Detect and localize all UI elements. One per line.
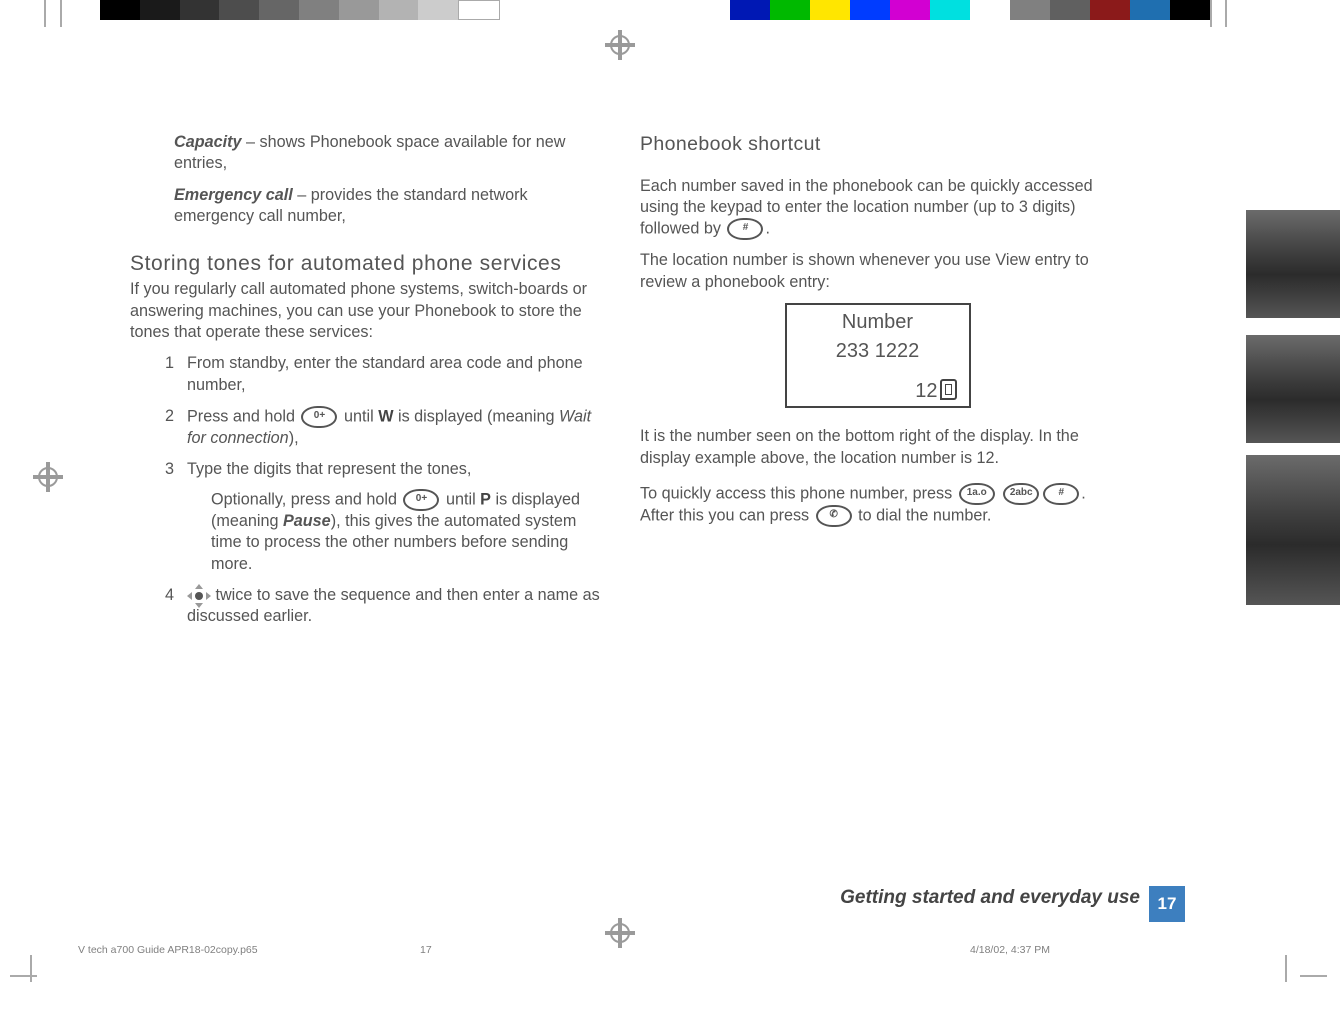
- register-mark-icon: [605, 918, 635, 948]
- display-location: 12: [793, 378, 963, 404]
- footer-filename: V tech a700 Guide APR18-02copy.p65: [78, 944, 258, 958]
- register-mark-icon: [33, 462, 63, 492]
- capacity-line: Capacity – shows Phonebook space availab…: [174, 132, 605, 175]
- display-number: 233 1222: [793, 338, 963, 364]
- term-capacity: Capacity: [174, 133, 241, 151]
- decorative-photo-strip: [1246, 335, 1340, 443]
- pause-symbol: P: [480, 490, 491, 508]
- steps-list: 1 From standby, enter the standard area …: [130, 353, 605, 627]
- step-1: From standby, enter the standard area co…: [187, 353, 605, 396]
- crop-mark: [10, 975, 37, 977]
- key-2-icon: 2abc: [1003, 483, 1039, 505]
- crop-mark: [1225, 0, 1227, 27]
- step-4: twice to save the sequence and then ente…: [187, 585, 605, 628]
- heading-shortcut: Phonebook shortcut: [640, 132, 1115, 158]
- shortcut-p4: To quickly access this phone number, pre…: [640, 483, 1115, 527]
- step-3: Type the digits that represent the tones…: [187, 459, 605, 575]
- footer-timestamp: 4/18/02, 4:37 PM: [970, 944, 1050, 958]
- heading-storing-tones: Storing tones for automated phone servic…: [130, 250, 605, 278]
- page-number-box: 17: [1149, 886, 1185, 922]
- key-call-icon: ✆: [816, 505, 852, 527]
- footer-print-page: 17: [420, 944, 432, 958]
- storing-intro: If you regularly call automated phone sy…: [130, 279, 605, 343]
- display-title: Number: [793, 309, 963, 335]
- decorative-photo-strip: [1246, 210, 1340, 318]
- step-2: Press and hold 0+ until W is displayed (…: [187, 406, 605, 449]
- color-swatch-bar: [730, 0, 1210, 20]
- shortcut-p3: It is the number seen on the bottom righ…: [640, 426, 1115, 469]
- shortcut-p1: Each number saved in the phonebook can b…: [640, 176, 1115, 241]
- step-number: 2: [130, 406, 187, 449]
- key-1-icon: 1a.o: [959, 483, 995, 505]
- left-column: Capacity – shows Phonebook space availab…: [130, 132, 605, 638]
- key-0plus-icon: 0+: [403, 489, 439, 511]
- key-hash-icon: #: [727, 218, 763, 240]
- key-0plus-icon: 0+: [301, 406, 337, 428]
- emergency-line: Emergency call – provides the standard n…: [174, 185, 605, 228]
- step-3-optional: Optionally, press and hold 0+ until P is…: [211, 489, 605, 575]
- step-number: 1: [130, 353, 187, 396]
- section-title: Getting started and everyday use: [840, 885, 1140, 910]
- term-emergency: Emergency call: [174, 186, 293, 204]
- key-hash-icon: #: [1043, 483, 1079, 505]
- step-number: 3: [130, 459, 187, 575]
- crop-mark: [30, 955, 32, 982]
- wait-symbol: W: [378, 407, 393, 425]
- right-column: Phonebook shortcut Each number saved in …: [640, 132, 1115, 537]
- step-number: 4: [130, 585, 187, 628]
- phone-display-example: Number 233 1222 12: [785, 303, 971, 408]
- sim-icon: [940, 379, 957, 400]
- crop-mark: [60, 0, 62, 27]
- crop-mark: [44, 0, 46, 27]
- crop-mark: [1285, 955, 1287, 982]
- crop-mark: [1210, 0, 1212, 27]
- shortcut-p2: The location number is shown whenever yo…: [640, 250, 1115, 293]
- register-mark-icon: [605, 30, 635, 60]
- grayscale-swatch-bar: [100, 0, 500, 20]
- crop-mark: [1300, 975, 1327, 977]
- joystick-icon: [189, 586, 209, 606]
- decorative-photo-strip: [1246, 455, 1340, 605]
